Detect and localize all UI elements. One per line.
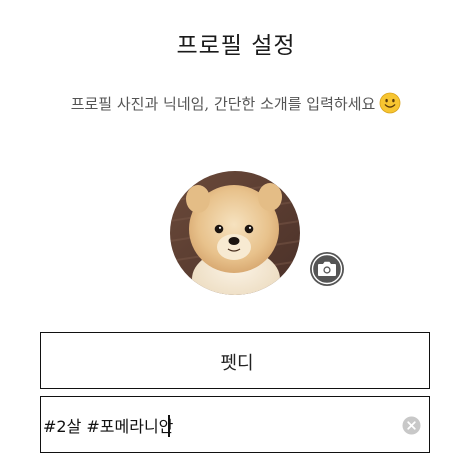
- nickname-field-box: [40, 332, 433, 390]
- clear-icon: [402, 416, 421, 435]
- subtitle-text: 프로필 사진과 닉네임, 간단한 소개를 입력하세요: [70, 95, 376, 113]
- page-title: 프로필 설정: [176, 33, 296, 59]
- intro-field-box: [40, 396, 430, 453]
- page-subtitle: 프로필 사진과 닉네임, 간단한 소개를 입력하세요: [0, 92, 472, 118]
- intro-input[interactable]: [43, 397, 393, 452]
- text-caret: [168, 415, 170, 437]
- smiley-emoji-icon: [379, 92, 401, 118]
- change-photo-button[interactable]: [309, 251, 345, 287]
- clear-intro-button[interactable]: [402, 416, 421, 435]
- nickname-input[interactable]: [41, 333, 433, 390]
- pomeranian-photo-icon: [170, 171, 300, 295]
- camera-icon: [310, 252, 344, 286]
- profile-avatar[interactable]: [170, 171, 300, 295]
